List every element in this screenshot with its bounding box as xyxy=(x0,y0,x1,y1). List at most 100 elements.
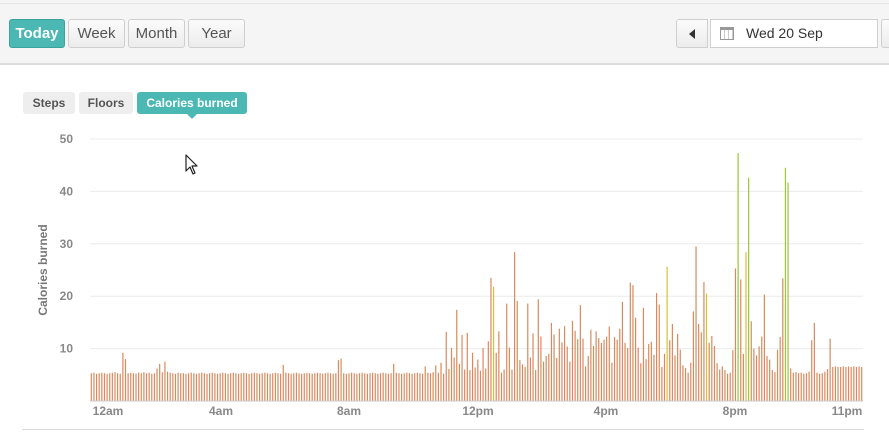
bar xyxy=(364,373,366,401)
bar xyxy=(90,373,92,401)
bar xyxy=(503,369,505,401)
bar xyxy=(443,373,445,401)
bar xyxy=(148,372,150,401)
bar xyxy=(658,304,660,401)
bar xyxy=(261,373,263,401)
bar xyxy=(274,372,276,401)
bar xyxy=(761,336,763,401)
bar xyxy=(258,373,261,401)
bar xyxy=(611,362,613,401)
bar xyxy=(332,373,334,401)
bar xyxy=(740,279,742,401)
bar xyxy=(390,373,392,401)
bar xyxy=(663,353,666,401)
bar xyxy=(632,285,634,401)
bar xyxy=(805,373,808,401)
bar xyxy=(471,352,474,401)
bar xyxy=(398,373,400,401)
bar xyxy=(135,373,137,401)
bar xyxy=(550,322,553,401)
bar xyxy=(166,371,169,401)
bar xyxy=(340,358,342,401)
bar xyxy=(766,355,768,401)
bar xyxy=(811,340,813,401)
bar xyxy=(211,372,213,401)
bar xyxy=(521,364,524,401)
bar xyxy=(705,293,708,401)
bar xyxy=(858,366,860,401)
bar xyxy=(169,372,171,401)
bar xyxy=(450,348,453,401)
bar xyxy=(755,355,758,401)
bar xyxy=(627,348,629,401)
bar xyxy=(253,372,255,401)
bar xyxy=(853,366,855,401)
bar xyxy=(385,373,387,401)
bar xyxy=(327,372,329,401)
bar xyxy=(677,333,679,401)
bar xyxy=(132,373,134,401)
bar xyxy=(474,367,476,401)
bar xyxy=(834,366,836,401)
x-tick-label: 11pm xyxy=(832,404,863,418)
bar xyxy=(650,341,652,401)
bar xyxy=(745,252,747,401)
bar xyxy=(674,355,676,401)
bar xyxy=(387,373,390,401)
bar xyxy=(485,368,487,401)
bar xyxy=(826,369,829,401)
bar xyxy=(240,373,242,401)
bar xyxy=(684,367,687,401)
bar xyxy=(190,372,192,401)
bar xyxy=(232,372,234,401)
bar xyxy=(237,373,240,401)
bar xyxy=(592,345,595,401)
bar xyxy=(540,336,542,401)
y-tick-label: 20 xyxy=(60,289,74,303)
bar xyxy=(453,357,455,401)
bar xyxy=(219,373,221,401)
bar xyxy=(737,153,739,401)
bar xyxy=(821,373,823,401)
bar xyxy=(395,372,397,401)
bar xyxy=(600,342,602,401)
bar xyxy=(624,342,626,401)
bar xyxy=(316,372,319,401)
bar xyxy=(634,317,637,401)
bar xyxy=(143,372,145,401)
bar xyxy=(440,362,442,401)
bar xyxy=(619,328,621,401)
bar xyxy=(837,366,839,401)
bar xyxy=(293,373,295,401)
bar xyxy=(303,373,305,401)
bar xyxy=(248,373,250,401)
x-tick-label: 12am xyxy=(93,404,124,418)
bar xyxy=(195,373,198,401)
bar xyxy=(437,372,439,401)
bar xyxy=(422,373,424,401)
chart-bars xyxy=(90,153,863,401)
bar xyxy=(127,373,129,401)
bar xyxy=(198,373,200,401)
bar xyxy=(382,372,384,401)
bar xyxy=(542,361,545,401)
bar xyxy=(579,305,581,401)
y-tick-label: 10 xyxy=(60,342,74,356)
bar xyxy=(458,363,461,401)
bar xyxy=(790,368,792,401)
bar xyxy=(353,373,355,401)
bar xyxy=(345,373,347,401)
bar xyxy=(159,363,161,401)
bar xyxy=(461,334,463,401)
bar xyxy=(287,373,290,401)
bar xyxy=(750,321,752,401)
bar xyxy=(771,370,773,401)
bar xyxy=(548,353,550,401)
bar xyxy=(661,366,663,401)
bar xyxy=(445,331,447,401)
bar xyxy=(769,359,771,401)
bar xyxy=(840,366,842,401)
bar xyxy=(716,363,718,401)
bar xyxy=(174,373,177,401)
bar xyxy=(264,372,266,401)
